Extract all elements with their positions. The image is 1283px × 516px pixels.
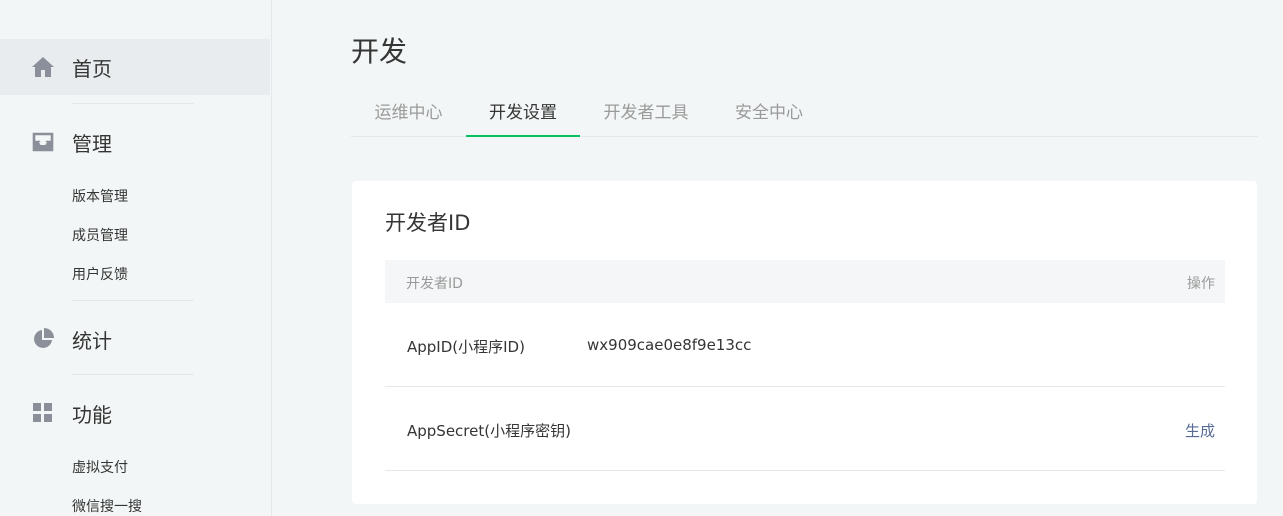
tab-ops-center[interactable]: 运维中心 [351, 96, 466, 136]
appid-label: AppID(小程序ID) [407, 338, 525, 356]
sidebar-item-features[interactable]: 功能 [0, 385, 270, 441]
sidebar-item-label: 首页 [72, 56, 112, 81]
tab-security-center[interactable]: 安全中心 [719, 96, 819, 136]
sidebar-item-label: 管理 [72, 131, 112, 156]
table-row: AppSecret(小程序密钥) 生成 [385, 387, 1225, 471]
sidebar-subitem-members[interactable]: 成员管理 [72, 225, 128, 245]
divider [72, 374, 194, 375]
tab-dev-tools[interactable]: 开发者工具 [590, 96, 702, 136]
sidebar: 首页 管理 版本管理 成员管理 用户反馈 统计 功能 虚拟支付 微信搜一搜 [0, 0, 272, 516]
pie-chart-icon [31, 327, 55, 351]
sidebar-item-manage[interactable]: 管理 [0, 114, 270, 170]
developer-id-card: 开发者ID 开发者ID 操作 AppID(小程序ID) wx909cae0e8f… [352, 181, 1257, 504]
table-header: 开发者ID 操作 [385, 260, 1225, 303]
home-icon [31, 55, 55, 79]
sidebar-item-label: 功能 [72, 402, 112, 427]
divider [72, 300, 194, 301]
sidebar-subitem-wechat-search[interactable]: 微信搜一搜 [72, 496, 142, 516]
generate-secret-link[interactable]: 生成 [1185, 420, 1215, 441]
appid-value: wx909cae0e8f9e13cc [587, 336, 752, 354]
appsecret-label: AppSecret(小程序密钥) [407, 422, 571, 440]
sidebar-item-label: 统计 [72, 328, 112, 353]
card-title: 开发者ID [385, 211, 471, 235]
column-header-name: 开发者ID [406, 276, 463, 292]
sidebar-subitem-version[interactable]: 版本管理 [72, 186, 128, 206]
sidebar-subitem-feedback[interactable]: 用户反馈 [72, 264, 128, 284]
divider [72, 103, 194, 104]
grid-icon [31, 401, 55, 425]
page-title: 开发 [351, 35, 408, 68]
sidebar-subitem-virtual-pay[interactable]: 虚拟支付 [72, 457, 128, 477]
sidebar-item-stats[interactable]: 统计 [0, 311, 270, 367]
inbox-icon [31, 130, 55, 154]
column-header-action: 操作 [1187, 276, 1215, 292]
sidebar-item-home[interactable]: 首页 [0, 39, 270, 95]
tab-dev-settings[interactable]: 开发设置 [466, 96, 580, 137]
table-row: AppID(小程序ID) wx909cae0e8f9e13cc [385, 303, 1225, 387]
tab-bar: 运维中心 开发设置 开发者工具 安全中心 [351, 96, 1258, 137]
